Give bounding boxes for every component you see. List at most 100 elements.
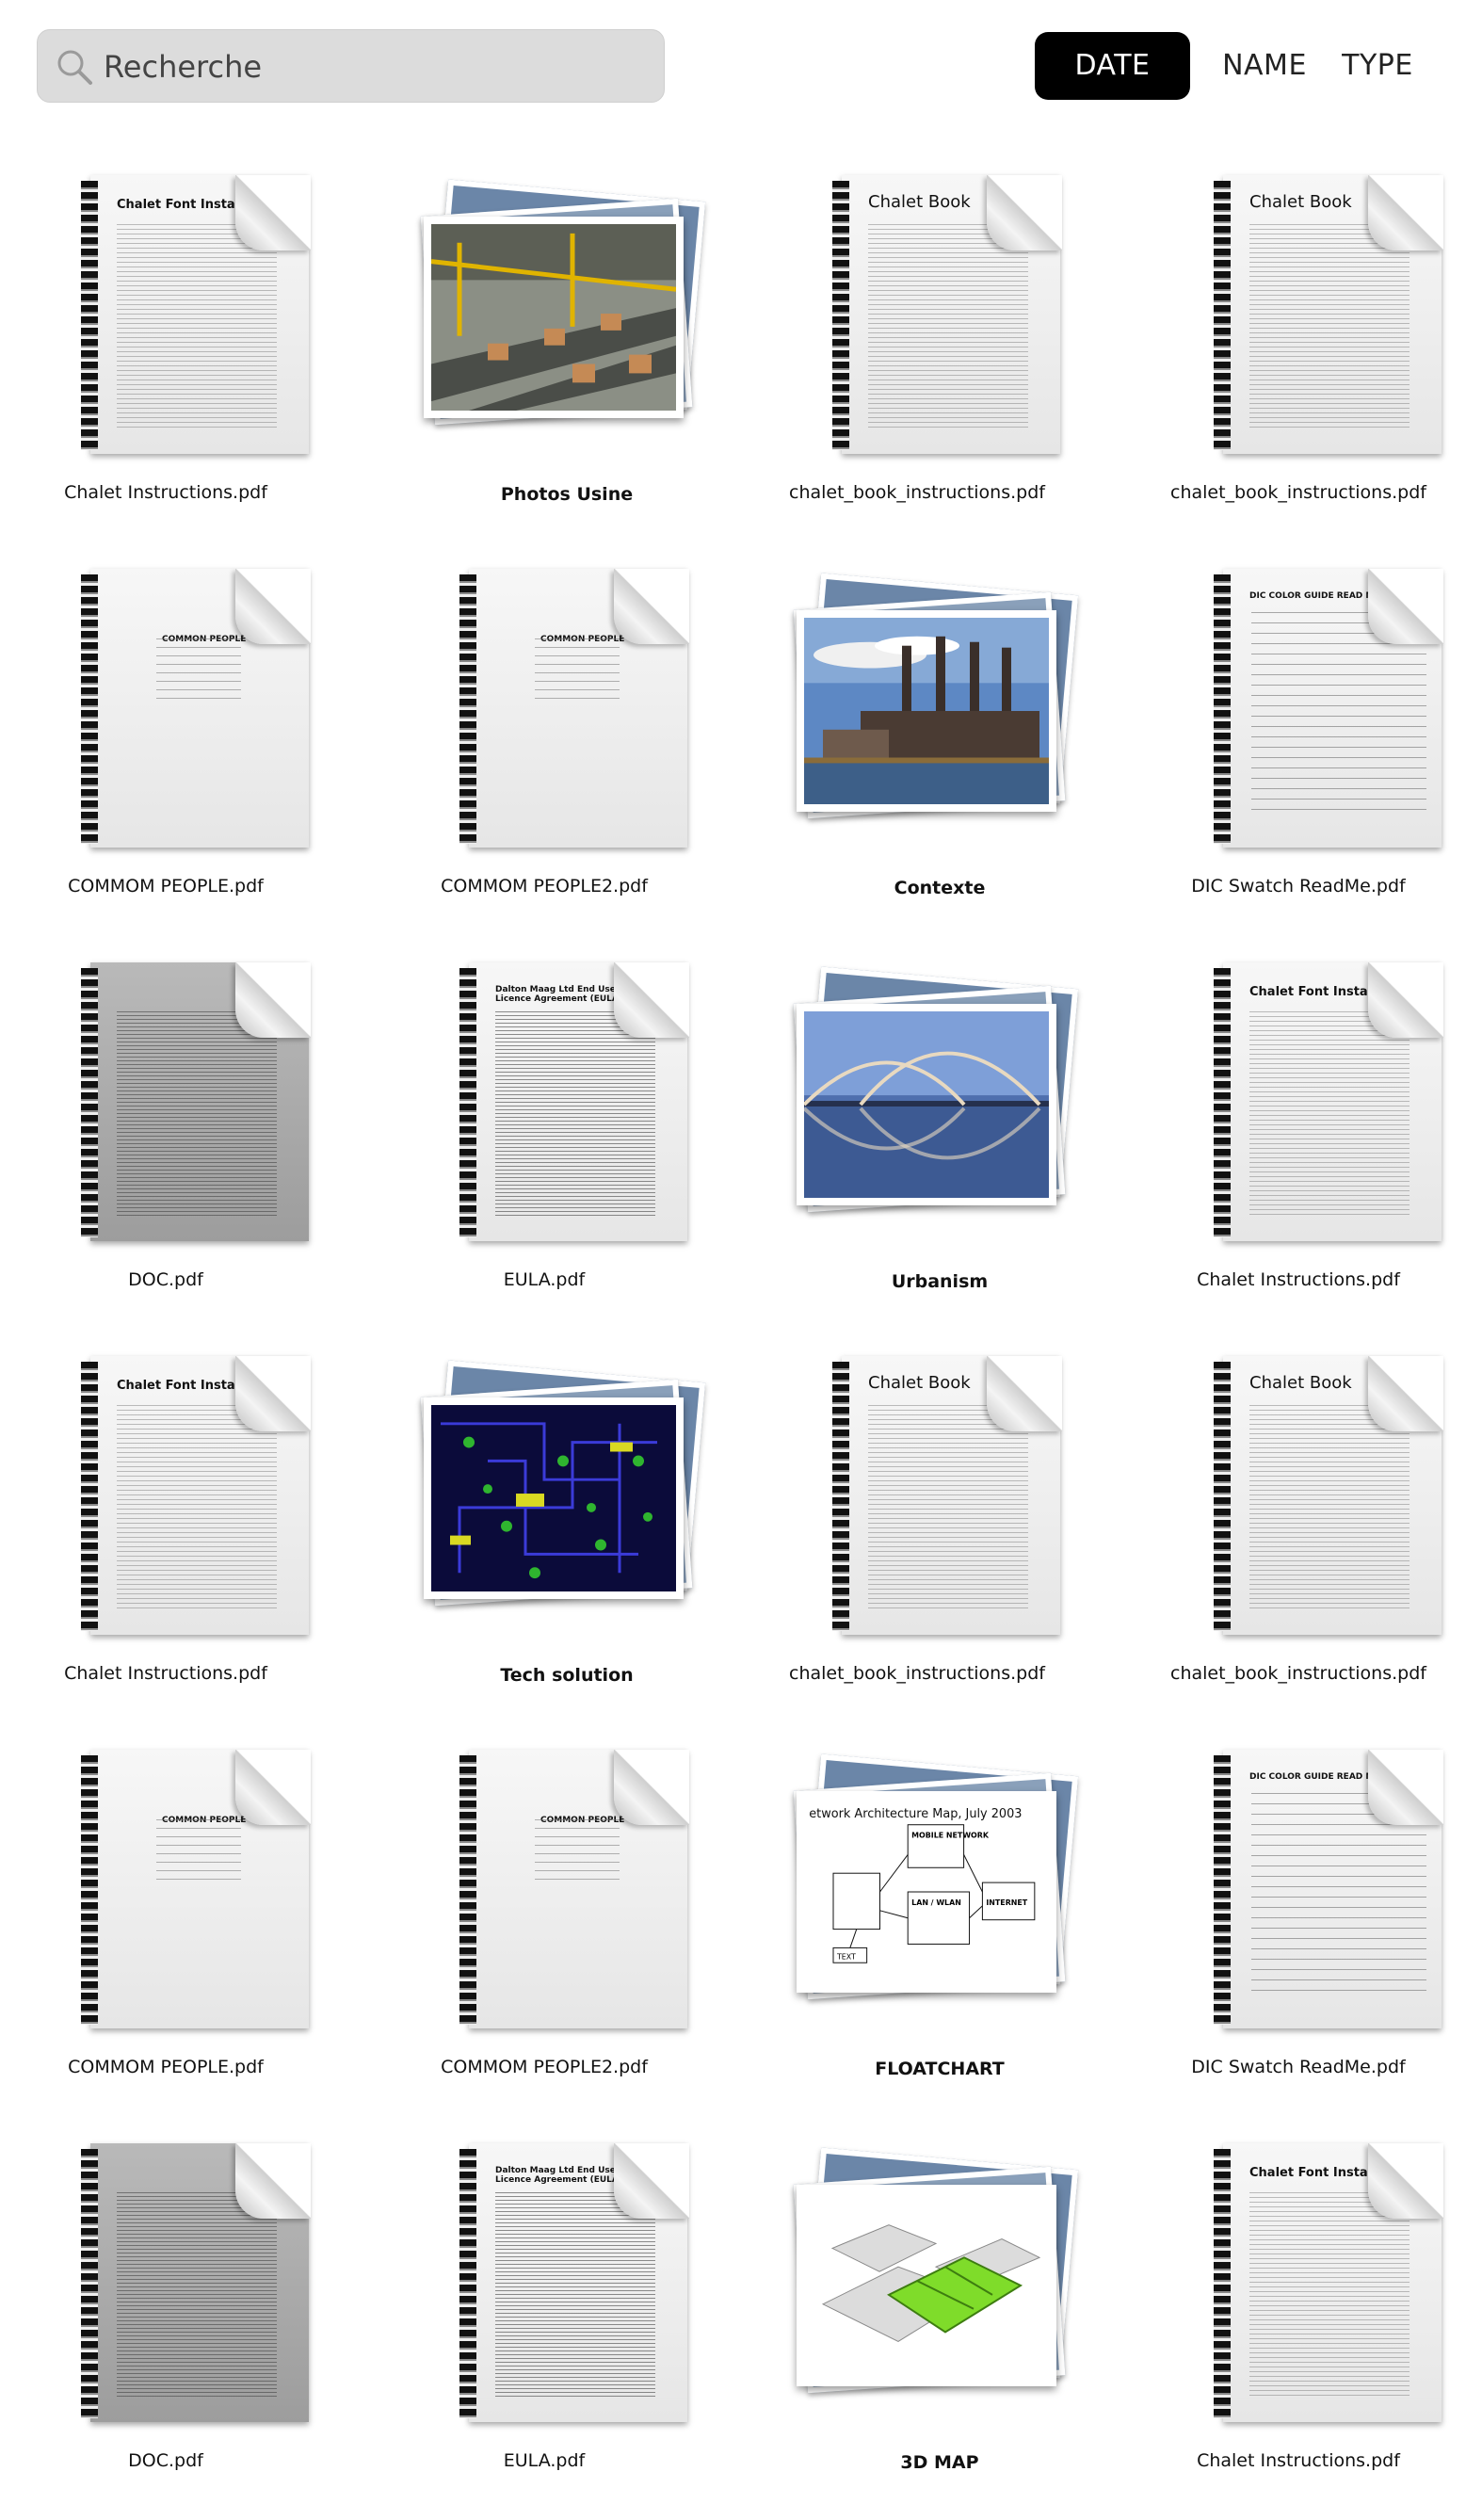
pdf-thumbnail: COMMON PEOPLE	[81, 569, 311, 848]
document-text-lines	[495, 2192, 655, 2399]
pdf-thumbnail: Chalet Book	[832, 1356, 1062, 1635]
file-label: chalet_book_instructions.pdf	[1170, 1663, 1426, 1684]
pdf-thumbnail: COMMON PEOPLE	[459, 1750, 689, 2028]
pdf-thumbnail	[81, 2143, 311, 2422]
document-title: Chalet Book	[1249, 192, 1352, 212]
file-commom-people2-pdf[interactable]: COMMON PEOPLE COMMOM PEOPLE2.pdf	[360, 1750, 729, 2126]
document-text-lines	[868, 224, 1028, 431]
binding-spine	[459, 1755, 476, 2025]
folder-cover-image	[797, 1004, 1056, 1205]
binding-spine	[1214, 1755, 1231, 2025]
file-doc-pdf[interactable]: DOC.pdf	[0, 962, 350, 1339]
photo-stack-thumbnail	[414, 1360, 706, 1637]
file-eula-pdf[interactable]: Dalton Maag Ltd End User Licence Agreeme…	[360, 2143, 729, 2520]
file-label: COMMOM PEOPLE2.pdf	[441, 2057, 648, 2077]
binding-spine	[1214, 181, 1231, 450]
page-curl-icon	[235, 569, 311, 644]
document-title: DIC COLOR GUIDE READ ME	[1249, 591, 1380, 601]
folder-cover-image	[797, 610, 1056, 812]
document-text-lines	[495, 1011, 655, 1219]
file-label: Chalet Instructions.pdf	[1197, 1269, 1400, 1290]
folder-label: FLOATCHART	[875, 2059, 1005, 2079]
file-chalet-book-instructions-pdf[interactable]: Chalet Book chalet_book_instructions.pdf	[733, 1356, 1102, 1733]
folder-cover-image	[424, 1397, 684, 1599]
file-label: DIC Swatch ReadMe.pdf	[1191, 876, 1406, 897]
folder-label: Photos Usine	[500, 484, 634, 505]
file-chalet-book-instructions-pdf[interactable]: Chalet Book chalet_book_instructions.pdf	[733, 175, 1102, 552]
document-text-lines	[117, 2192, 277, 2399]
binding-spine	[459, 2149, 476, 2418]
page-curl-icon	[614, 569, 689, 644]
binding-spine	[1214, 968, 1231, 1237]
document-text-lines	[156, 638, 241, 704]
page-curl-icon	[235, 1750, 311, 1825]
page-curl-icon	[987, 1356, 1062, 1431]
folder-photos-usine[interactable]: Photos Usine	[360, 175, 729, 552]
file-eula-pdf[interactable]: Dalton Maag Ltd End User Licence Agreeme…	[360, 962, 729, 1339]
pdf-thumbnail: Chalet Book	[832, 175, 1062, 454]
pdf-thumbnail: DIC COLOR GUIDE READ ME	[1214, 1750, 1443, 2028]
folder-3d-map[interactable]: 3D MAP	[733, 2143, 1102, 2520]
file-label: DOC.pdf	[128, 1269, 203, 1290]
folder-tech-solution[interactable]: Tech solution	[360, 1356, 729, 1733]
pdf-thumbnail: Chalet Font Installation	[1214, 962, 1443, 1241]
file-label: EULA.pdf	[503, 2450, 586, 2471]
page-curl-icon	[1368, 569, 1443, 644]
diagram-label: INTERNET	[986, 1898, 1027, 1907]
document-text-lines	[156, 1819, 241, 1885]
document-text-lines	[535, 638, 620, 704]
file-commom-people2-pdf[interactable]: COMMON PEOPLE COMMOM PEOPLE2.pdf	[360, 569, 729, 945]
file-grid: Chalet Font Installation Chalet Instructi…	[0, 0, 1482, 2479]
file-dic-swatch-readme-pdf[interactable]: DIC COLOR GUIDE READ ME DIC Swatch ReadMe…	[1114, 569, 1482, 945]
page-curl-icon	[1368, 962, 1443, 1038]
folder-cover-image	[424, 217, 684, 418]
document-text-lines	[117, 1405, 277, 1612]
page-curl-icon	[1368, 175, 1443, 250]
file-chalet-instructions-pdf[interactable]: Chalet Font Installation Chalet Instructi…	[0, 175, 350, 552]
document-text-lines	[868, 1405, 1028, 1612]
folder-label: 3D MAP	[900, 2452, 979, 2473]
binding-spine	[81, 181, 98, 450]
file-commom-people-pdf[interactable]: COMMON PEOPLE COMMOM PEOPLE.pdf	[0, 1750, 350, 2126]
photo-stack-thumbnail	[787, 573, 1079, 849]
photo-stack-thumbnail	[787, 2147, 1079, 2424]
file-chalet-instructions-pdf[interactable]: Chalet Font Installation Chalet Instructi…	[0, 1356, 350, 1733]
file-commom-people-pdf[interactable]: COMMON PEOPLE COMMOM PEOPLE.pdf	[0, 569, 350, 945]
file-label: Chalet Instructions.pdf	[64, 1663, 267, 1684]
binding-spine	[459, 968, 476, 1237]
document-text-lines	[1249, 224, 1410, 431]
page-curl-icon	[1368, 1750, 1443, 1825]
folder-urbanism[interactable]: Urbanism	[733, 962, 1102, 1339]
page-curl-icon	[235, 962, 311, 1038]
file-label: COMMOM PEOPLE.pdf	[68, 876, 264, 897]
file-chalet-instructions-pdf[interactable]: Chalet Font Installation Chalet Instructi…	[1114, 2143, 1482, 2520]
binding-spine	[1214, 574, 1231, 844]
page-curl-icon	[987, 175, 1062, 250]
diagram-label: TEXT	[836, 1952, 856, 1961]
document-title: DIC COLOR GUIDE READ ME	[1249, 1772, 1380, 1782]
file-doc-pdf[interactable]: DOC.pdf	[0, 2143, 350, 2520]
file-label: Chalet Instructions.pdf	[1197, 2450, 1400, 2471]
folder-cover-image	[797, 2185, 1056, 2386]
document-title: Chalet Book	[868, 1373, 971, 1393]
pdf-thumbnail: Chalet Font Installation	[81, 1356, 311, 1635]
page-curl-icon	[235, 1356, 311, 1431]
diagram-title: etwork Architecture Map, July 2003	[809, 1807, 1022, 1821]
folder-contexte[interactable]: Contexte	[733, 569, 1102, 945]
photo-stack-thumbnail	[414, 179, 706, 456]
folder-label: Urbanism	[891, 1271, 989, 1292]
pdf-thumbnail: Dalton Maag Ltd End User Licence Agreeme…	[459, 2143, 689, 2422]
file-chalet-instructions-pdf[interactable]: Chalet Font Installation Chalet Instructi…	[1114, 962, 1482, 1339]
page-curl-icon	[1368, 1356, 1443, 1431]
diagram-label: LAN / WLAN	[911, 1898, 961, 1907]
folder-floatchart[interactable]: etwork Architecture Map, July 2003 MOBILE…	[733, 1750, 1102, 2126]
file-dic-swatch-readme-pdf[interactable]: DIC COLOR GUIDE READ ME DIC Swatch ReadMe…	[1114, 1750, 1482, 2126]
file-chalet-book-instructions-pdf[interactable]: Chalet Book chalet_book_instructions.pdf	[1114, 1356, 1482, 1733]
file-label: DIC Swatch ReadMe.pdf	[1191, 2057, 1406, 2077]
page-curl-icon	[235, 175, 311, 250]
document-text-lines	[117, 224, 277, 431]
folder-label: Contexte	[894, 878, 986, 898]
binding-spine	[459, 574, 476, 844]
file-label: COMMOM PEOPLE.pdf	[68, 2057, 264, 2077]
file-chalet-book-instructions-pdf[interactable]: Chalet Book chalet_book_instructions.pdf	[1114, 175, 1482, 552]
